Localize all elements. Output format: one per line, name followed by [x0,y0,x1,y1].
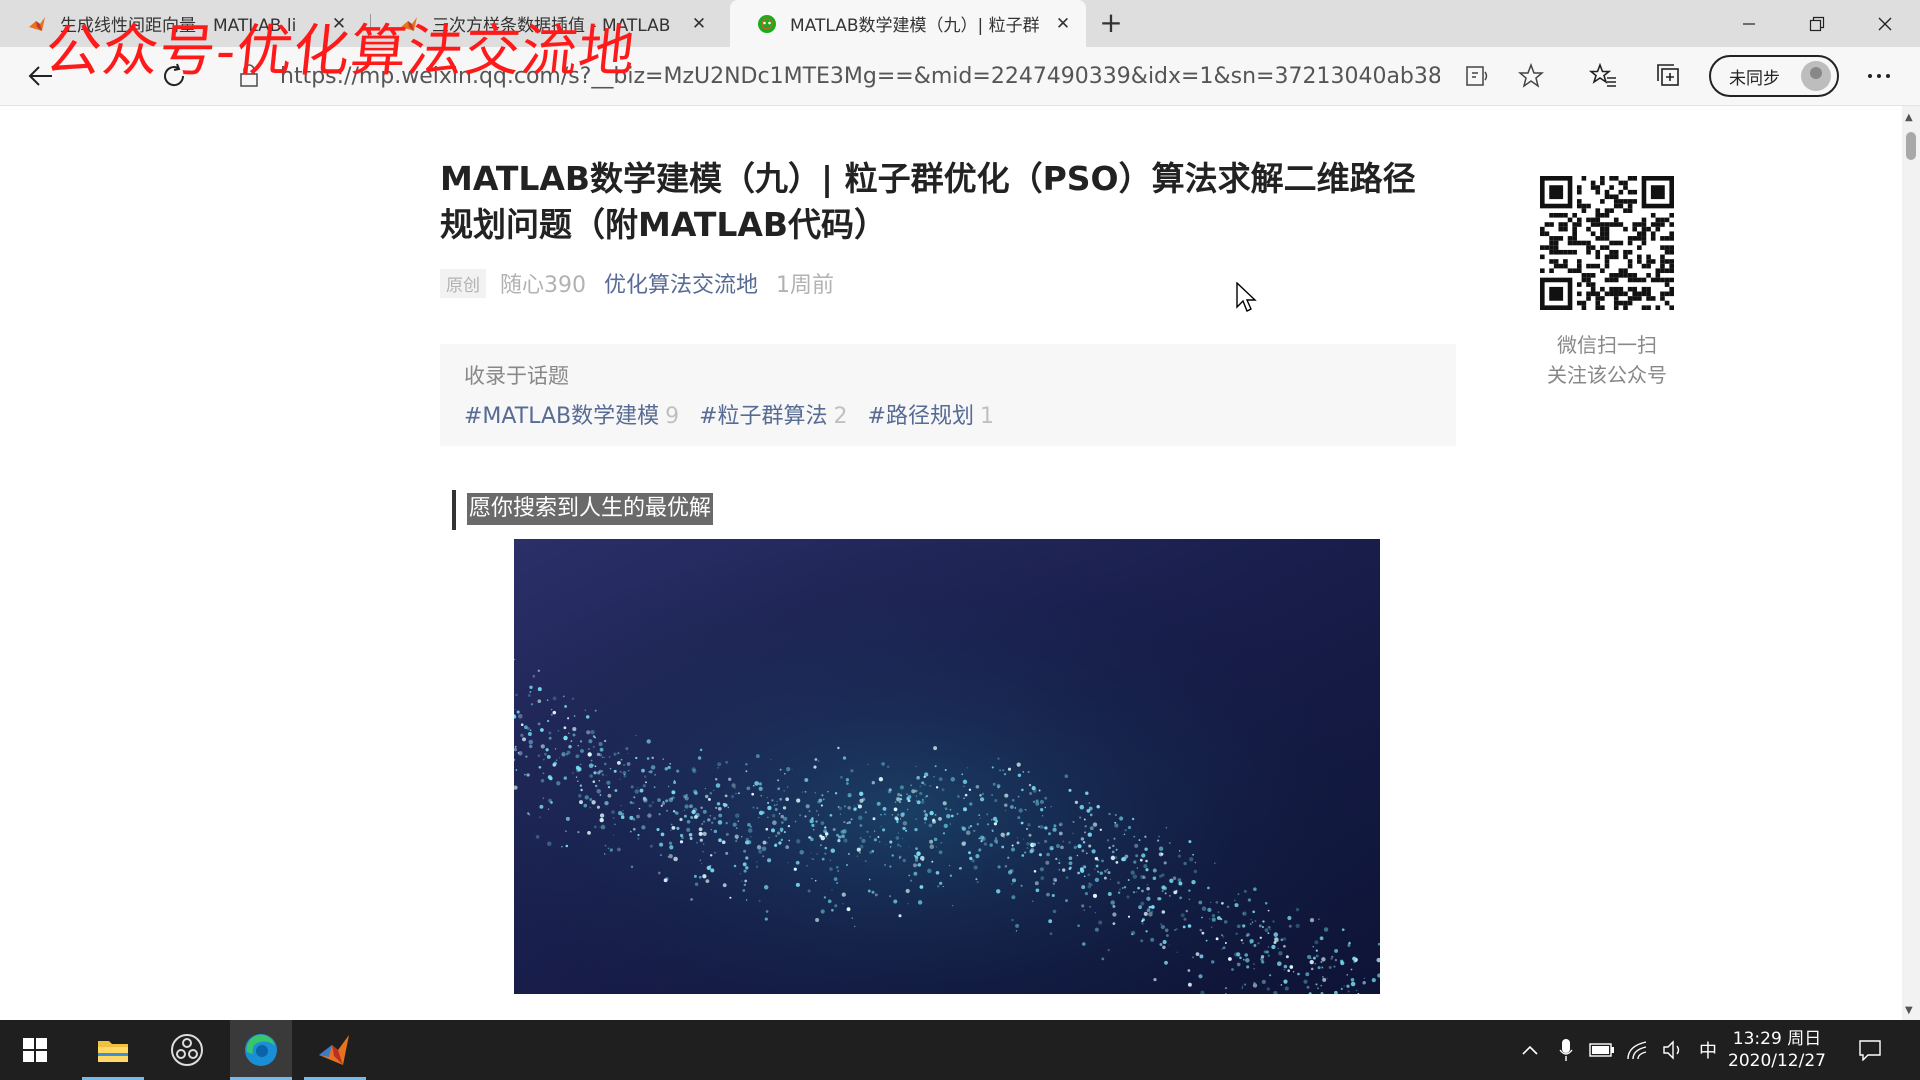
folder-icon [98,1041,128,1062]
restore-icon [1809,16,1825,31]
publish-time: 1周前 [776,273,835,298]
more-icon [1868,74,1890,78]
qr-code[interactable] [1540,176,1674,310]
mouse-cursor-icon [1236,282,1257,312]
sync-label: 未同步 [1729,68,1780,89]
back-arrow-icon [28,66,52,86]
tab-separator [370,14,371,34]
tab-linspace[interactable]: 生成线性间距向量 - MATLAB li ✕ [0,0,362,47]
page-content: MATLAB数学建模（九）| 粒子群优化（PSO）算法求解二维路径规划问题（附M… [0,106,1920,1020]
star-icon [1518,63,1544,88]
quote-bar [452,490,456,530]
motto-text: 愿你搜索到人生的最优解 [467,493,714,525]
battery-icon [1589,1043,1614,1057]
close-icon[interactable]: ✕ [1052,13,1074,35]
restore-button[interactable] [1784,0,1850,47]
clock-date: 2020/12/27 [1728,1051,1826,1071]
notification-icon [1859,1040,1881,1061]
obs-icon [171,1034,203,1066]
qr-caption: 微信扫一扫 关注该公众号 [1547,333,1667,387]
refresh-icon [164,63,185,87]
show-hidden-icons-button[interactable] [1516,1036,1544,1064]
edge-button[interactable] [230,1020,292,1080]
matlab-icon [401,16,417,31]
collections-button[interactable] [1650,57,1688,95]
favorites-button[interactable] [1584,57,1622,95]
topic-link[interactable]: #粒子群算法 2 [699,398,847,430]
author-name: 随心390 [500,273,586,298]
microphone-button[interactable] [1552,1036,1580,1064]
tab-label: 生成线性间距向量 - MATLAB li [60,16,297,36]
chevron-up-icon [1522,1045,1538,1055]
tab-spline[interactable]: 三次方样条数据插值 - MATLAB ✕ [372,0,722,47]
close-icon[interactable]: ✕ [688,13,710,35]
matlab-icon [29,16,45,31]
topics-heading: 收录于话题 [464,364,569,388]
matlab-button[interactable] [304,1020,366,1080]
address-input[interactable]: https://mp.weixin.qq.com/s?__biz=MzU2NDc… [280,64,1440,89]
favorites-list-icon [1589,63,1616,87]
topic-count: 9 [665,404,680,429]
article-title: MATLAB数学建模（九）| 粒子群优化（PSO）算法求解二维路径规划问题（附M… [440,159,1416,244]
topic-count: 1 [979,404,994,429]
ime-indicator[interactable]: 中 [1694,1036,1722,1064]
account-link[interactable]: 优化算法交流地 [604,267,758,299]
battery-button[interactable] [1588,1036,1616,1064]
window-close-button[interactable] [1852,0,1918,47]
tab-label: MATLAB数学建模（九）| 粒子群 [790,16,1040,36]
clock[interactable]: 13:29 周日 2020/12/27 [1722,1028,1832,1072]
avatar [1801,61,1831,91]
scroll-down-arrow-icon[interactable]: ▼ [1905,1005,1913,1016]
wifi-icon [1627,1041,1647,1060]
wechat-icon [758,14,776,33]
tab-strip: 生成线性间距向量 - MATLAB li ✕ 三次方样条数据插值 - MATLA… [0,0,1920,47]
hero-image [514,539,1380,994]
notification-button[interactable] [1856,1036,1884,1064]
lock-icon-glyph [240,64,258,87]
topic-count: 2 [833,404,848,429]
close-icon [1878,17,1892,30]
read-aloud-icon [1466,66,1488,86]
topic-link[interactable]: #MATLAB数学建模 9 [464,398,679,430]
refresh-button[interactable] [155,57,193,95]
clock-time: 13:29 周日 [1732,1029,1822,1049]
toolbar: https://mp.weixin.qq.com/s?__biz=MzU2NDc… [0,47,1920,106]
taskbar: 中 13:29 周日 2020/12/27 [0,1020,1920,1080]
matlab-icon [319,1035,349,1065]
start-button[interactable] [4,1020,66,1080]
read-aloud-button[interactable] [1458,57,1496,95]
microphone-icon [1559,1039,1573,1061]
volume-button[interactable] [1660,1036,1688,1064]
minimize-icon [1743,22,1755,25]
new-tab-button[interactable]: + [1095,8,1127,40]
original-badge: 原创 [440,268,486,298]
scroll-thumb[interactable] [1906,132,1916,160]
back-button[interactable] [22,57,60,95]
topics-box: 收录于话题 #MATLAB数学建模 9 #粒子群算法 2 #路径规划 1 [440,344,1456,446]
tab-article[interactable]: MATLAB数学建模（九）| 粒子群 ✕ [730,0,1086,47]
obs-button[interactable] [156,1020,218,1080]
topic-list: #MATLAB数学建模 9 #粒子群算法 2 #路径规划 1 [464,398,1014,430]
tab-label: 三次方样条数据插值 - MATLAB [432,16,671,36]
windows-icon [23,1038,47,1062]
lock-icon[interactable] [230,57,268,95]
article-meta: 原创 随心390 优化算法交流地 1周前 [440,267,834,299]
profile-sync-button[interactable]: 未同步 [1709,55,1839,97]
network-button[interactable] [1624,1036,1652,1064]
topic-link[interactable]: #路径规划 1 [868,398,994,430]
settings-menu-button[interactable] [1860,57,1898,95]
qr-panel: 微信扫一扫 关注该公众号 [1502,176,1712,390]
collections-icon [1657,64,1679,86]
scroll-up-arrow-icon[interactable]: ▲ [1905,112,1913,123]
speaker-icon [1663,1040,1680,1060]
favorite-button[interactable] [1512,57,1550,95]
minimize-button[interactable] [1716,0,1782,47]
close-icon[interactable]: ✕ [328,13,350,35]
vertical-scrollbar[interactable]: ▲ ▼ [1902,106,1920,1020]
file-explorer-button[interactable] [82,1020,144,1080]
edge-icon [245,1034,277,1066]
